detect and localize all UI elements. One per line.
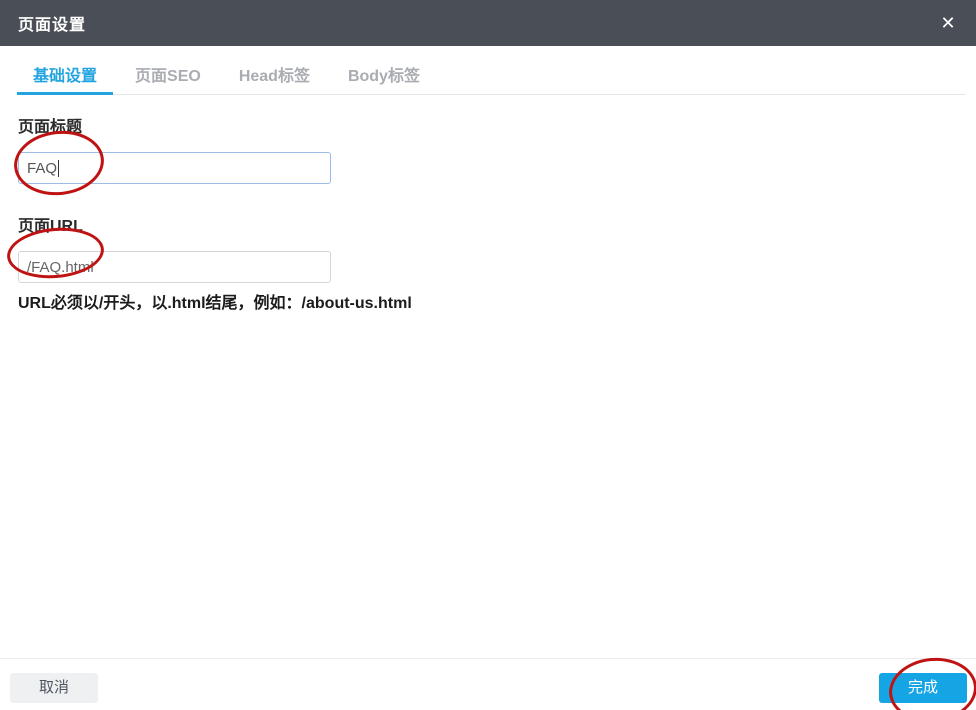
text-cursor [58,159,60,177]
tab-body-tags[interactable]: Body标签 [332,62,436,95]
page-title-input[interactable]: FAQ [18,152,331,184]
cancel-button[interactable]: 取消 [10,673,99,703]
dialog-footer: 取消 完成 [0,658,976,710]
dialog-title: 页面设置 [18,17,87,34]
page-settings-dialog: 页面设置 ✕ 基础设置 页面SEO Head标签 Body标签 页面标题 FAQ… [0,0,976,710]
dialog-header: 页面设置 ✕ [0,0,976,46]
page-title-label: 页面标题 [18,119,83,136]
settings-tabs: 基础设置 页面SEO Head标签 Body标签 [17,62,966,95]
basic-settings-panel: 页面标题 FAQ 页面URL /FAQ.html URL必须以/开头，以.htm… [18,96,958,313]
page-url-value: /FAQ.html [27,258,94,276]
url-format-hint: URL必须以/开头，以.html结尾，例如：/about-us.html [18,295,412,312]
close-icon[interactable]: ✕ [930,0,966,46]
tab-page-seo[interactable]: 页面SEO [119,62,217,95]
page-url-input[interactable]: /FAQ.html [18,251,331,283]
tab-basic-settings[interactable]: 基础设置 [17,62,114,95]
done-button[interactable]: 完成 [878,673,967,703]
page-title-value: FAQ [27,159,58,177]
tab-head-tags[interactable]: Head标签 [223,62,326,95]
page-url-label: 页面URL [18,218,83,235]
